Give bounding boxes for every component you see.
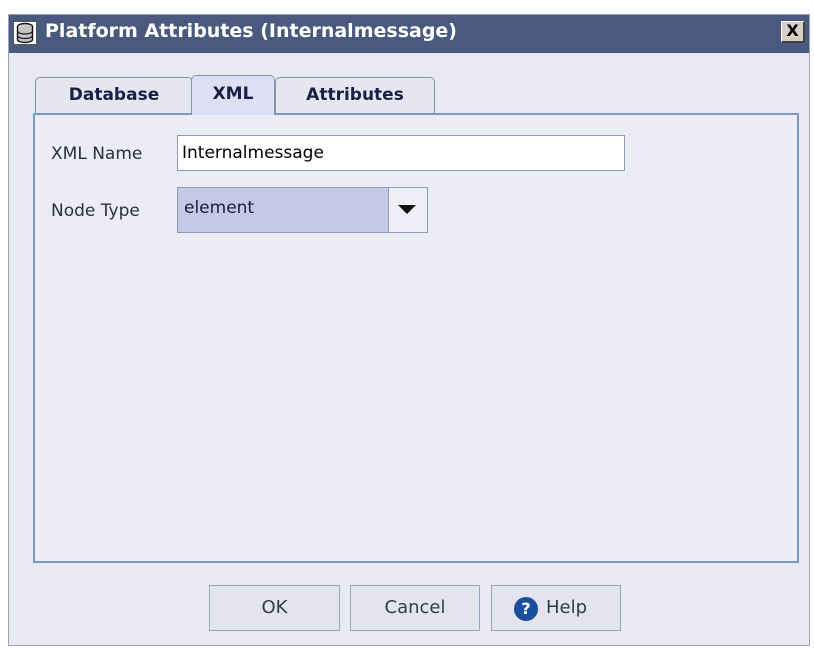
chevron-down-icon <box>398 205 416 214</box>
xml-tab-panel: XML Name Internalmessage Node Type eleme… <box>33 113 799 563</box>
node-type-select[interactable]: element <box>177 187 428 233</box>
xml-name-label: XML Name <box>51 144 143 164</box>
dialog-title: Platform Attributes (Internalmessage) <box>45 20 457 42</box>
ok-button[interactable]: OK <box>209 585 340 631</box>
tab-xml[interactable]: XML <box>191 75 275 115</box>
tab-database[interactable]: Database <box>35 77 193 114</box>
help-icon: ? <box>514 597 538 621</box>
node-type-value[interactable]: element <box>178 188 387 232</box>
title-bar[interactable]: Platform Attributes (Internalmessage) X <box>9 15 809 53</box>
help-button-label: Help <box>546 597 588 618</box>
node-type-dropdown-button[interactable] <box>388 188 427 232</box>
database-icon <box>13 21 37 45</box>
tab-attributes[interactable]: Attributes <box>275 77 435 114</box>
close-button[interactable]: X <box>781 21 805 43</box>
cancel-button[interactable]: Cancel <box>350 585 480 631</box>
xml-name-input[interactable]: Internalmessage <box>177 135 625 171</box>
help-button[interactable]: ? Help <box>491 585 621 631</box>
node-type-label: Node Type <box>51 201 140 221</box>
platform-attributes-dialog: Platform Attributes (Internalmessage) X … <box>8 14 810 646</box>
